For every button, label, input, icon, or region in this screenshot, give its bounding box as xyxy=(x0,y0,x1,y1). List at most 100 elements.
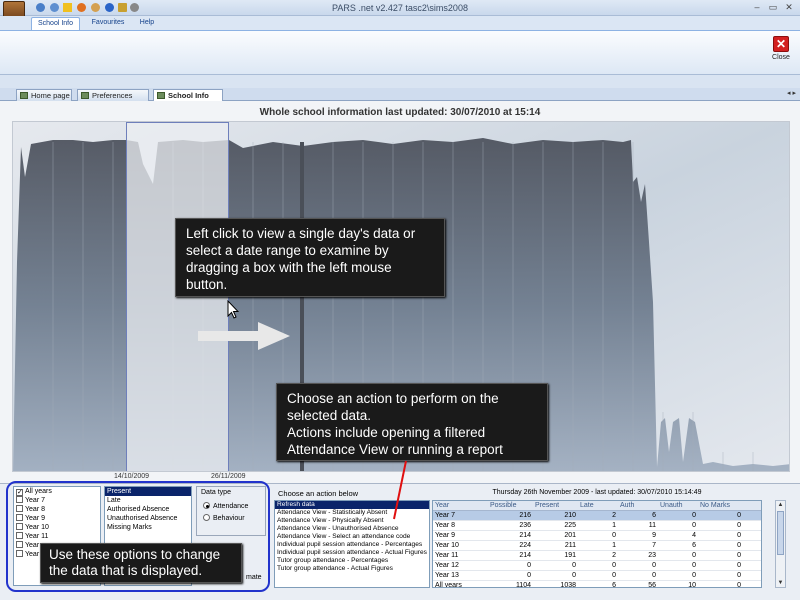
table-row[interactable]: Year 12 0 0 0 0 0 0 xyxy=(433,561,761,571)
range-start-date: 14/10/2009 xyxy=(114,473,150,480)
minimize-button[interactable]: – xyxy=(750,2,764,13)
action-item[interactable]: Tutor group attendance - Percentages xyxy=(275,557,429,565)
preferences-icon xyxy=(81,92,89,99)
table-cell: 0 xyxy=(692,552,696,559)
table-cell: 0 xyxy=(572,562,576,569)
actions-list[interactable]: Refresh data Attendance View - Statistic… xyxy=(274,500,430,588)
ribbon-tabs: School Info Favourites Help xyxy=(0,16,800,30)
table-cell: 2 xyxy=(612,512,616,519)
table-cell: 1104 xyxy=(515,582,531,588)
close-label: Close xyxy=(772,54,790,61)
column-header: Year xyxy=(435,502,450,509)
table-cell: 11 xyxy=(648,522,656,529)
table-row[interactable]: All years 1104 1038 6 56 10 0 xyxy=(433,581,761,588)
table-row[interactable]: Year 13 0 0 0 0 0 0 xyxy=(433,571,761,581)
tab-label: School Info xyxy=(168,91,209,100)
table-cell: Year 8 xyxy=(435,522,455,529)
table-cell: 0 xyxy=(692,572,696,579)
table-cell: 0 xyxy=(692,562,696,569)
table-cell: 6 xyxy=(692,542,696,549)
table-cell: 4 xyxy=(692,532,696,539)
table-cell: 0 xyxy=(652,562,656,569)
table-cell: 214 xyxy=(519,552,531,559)
home-page-icon xyxy=(20,92,28,99)
table-cell: All years xyxy=(435,582,462,588)
table-scrollbar[interactable]: ▲ ▼ xyxy=(775,500,786,588)
scroll-thumb[interactable] xyxy=(777,511,784,555)
table-cell: 56 xyxy=(648,582,656,588)
date-range-selection[interactable] xyxy=(126,122,229,471)
attendance-table[interactable]: Year Possible Present Late Auth Unauth No Mark… xyxy=(432,500,762,588)
arrow-right-icon xyxy=(258,322,290,350)
table-cell: 6 xyxy=(652,512,656,519)
table-cell: Year 7 xyxy=(435,512,455,519)
page-title: Whole school information last updated: 3… xyxy=(259,107,541,118)
table-cell: Year 9 xyxy=(435,532,455,539)
action-item[interactable]: Individual pupil session attendance - Pe… xyxy=(275,541,429,549)
actions-help-callout: Choose an action to perform on the selec… xyxy=(276,383,548,461)
actions-help-line-1: Choose an action to perform on the selec… xyxy=(287,391,499,423)
chart-help-text: Left click to view a single day's data o… xyxy=(186,226,416,292)
column-header: Present xyxy=(535,502,560,509)
action-item[interactable]: Individual pupil session attendance - Ac… xyxy=(275,549,429,557)
table-cell: 1 xyxy=(612,522,616,529)
column-header: Possible xyxy=(490,502,517,509)
table-header-row[interactable]: Year Possible Present Late Auth Unauth No Mark… xyxy=(433,501,761,511)
column-header: No Marks xyxy=(700,502,730,509)
table-cell: 23 xyxy=(648,552,656,559)
action-item[interactable]: Refresh data xyxy=(275,501,429,509)
actions-help-line-2: Actions include opening a filtered Atten… xyxy=(287,425,503,457)
table-row[interactable]: Year 9 214 201 0 9 4 0 xyxy=(433,531,761,541)
table-cell: 0 xyxy=(572,572,576,579)
tab-scroll-arrows[interactable]: ◂ ▸ xyxy=(787,89,796,97)
tab-school-info[interactable]: School Info xyxy=(31,17,80,30)
table-cell: 0 xyxy=(527,572,531,579)
maximize-button[interactable]: ▭ xyxy=(766,2,780,13)
table-row[interactable]: Year 7 216 210 2 6 0 0 xyxy=(433,511,761,521)
window-title: PARS .net v2.427 tasc2\sims2008 xyxy=(332,3,468,13)
table-cell: 1038 xyxy=(560,582,576,588)
scroll-down-icon[interactable]: ▼ xyxy=(777,579,784,587)
table-cell: 236 xyxy=(519,522,531,529)
action-item[interactable]: Tutor group attendance - Actual Figures xyxy=(275,565,429,573)
table-row[interactable]: Year 8 236 225 1 11 0 0 xyxy=(433,521,761,531)
tab-favourites[interactable]: Favourites xyxy=(86,17,130,30)
table-cell: 0 xyxy=(652,572,656,579)
table-cell: Year 12 xyxy=(435,562,459,569)
table-cell: 0 xyxy=(527,562,531,569)
school-info-icon xyxy=(157,92,165,99)
table-cell: 0 xyxy=(737,522,741,529)
table-info: Thursday 26th November 2009 - last updat… xyxy=(492,489,702,496)
options-highlight-ring xyxy=(6,481,270,592)
table-cell: Year 10 xyxy=(435,542,459,549)
action-item[interactable]: Attendance View - Unauthorised Absence xyxy=(275,525,429,533)
table-cell: 191 xyxy=(564,552,576,559)
column-header: Auth xyxy=(620,502,635,509)
table-cell: Year 13 xyxy=(435,572,459,579)
table-cell: 9 xyxy=(652,532,656,539)
table-cell: 0 xyxy=(737,552,741,559)
tab-home-page[interactable]: Home page xyxy=(16,89,72,101)
ribbon-close-button[interactable]: ✕ Close xyxy=(770,36,792,66)
tab-help[interactable]: Help xyxy=(135,17,159,30)
table-cell: 0 xyxy=(612,572,616,579)
table-row[interactable]: Year 11 214 191 2 23 0 0 xyxy=(433,551,761,561)
table-cell: 7 xyxy=(652,542,656,549)
table-cell: 210 xyxy=(564,512,576,519)
close-window-button[interactable]: ✕ xyxy=(782,2,796,13)
table-cell: 0 xyxy=(737,542,741,549)
tab-label: Home page xyxy=(31,91,70,100)
action-item[interactable]: Attendance View - Statistically Absent xyxy=(275,509,429,517)
document-tabs: Home page Preferences School Info ◂ ▸ xyxy=(0,88,800,102)
table-cell: 1 xyxy=(612,542,616,549)
table-cell: Year 11 xyxy=(435,552,459,559)
action-item[interactable]: Attendance View - Select an attendance c… xyxy=(275,533,429,541)
ribbon xyxy=(0,30,800,75)
action-item[interactable]: Attendance View - Physically Absent xyxy=(275,517,429,525)
scroll-up-icon[interactable]: ▲ xyxy=(777,501,784,509)
table-cell: 0 xyxy=(737,562,741,569)
table-row[interactable]: Year 10 224 211 1 7 6 0 xyxy=(433,541,761,551)
tab-preferences[interactable]: Preferences xyxy=(77,89,149,101)
table-cell: 225 xyxy=(564,522,576,529)
range-end-date: 26/11/2009 xyxy=(211,473,246,480)
